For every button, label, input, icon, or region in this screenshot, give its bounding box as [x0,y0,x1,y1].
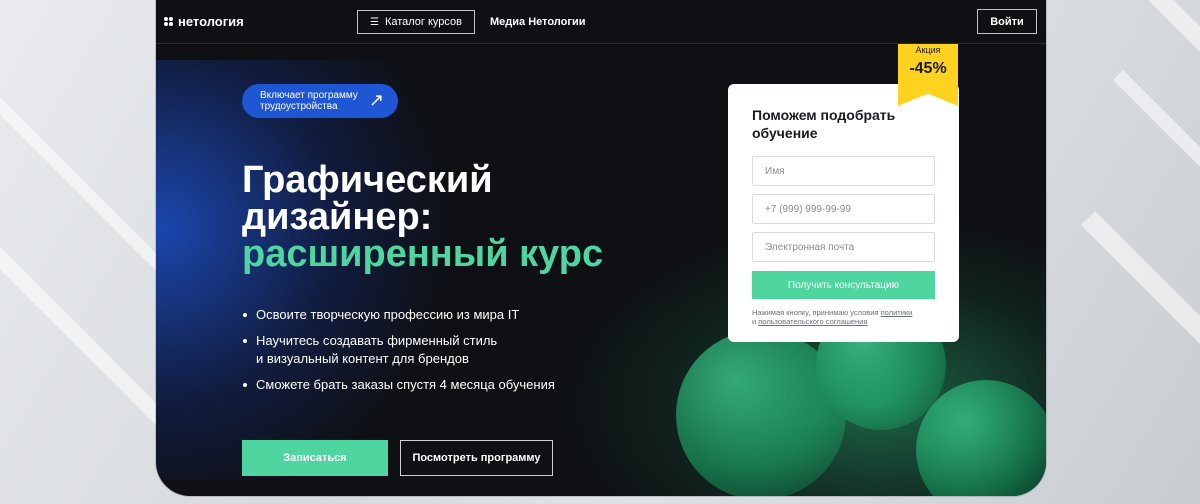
title-line2: дизайнер: [242,196,433,238]
list-item: Сможете брать заказы спустя 4 месяца обу… [242,376,602,394]
benefits-list: Освоите творческую профессию из мира IT … [242,306,602,402]
site-header: нетология ☰ Каталог курсов Медиа Нетолог… [156,0,1046,44]
title-accent: расширенный курс [242,233,604,275]
media-link[interactable]: Медиа Нетологии [490,16,585,28]
legal-prefix: Нажимая кнопку, принимаю условия [752,308,879,317]
badge-line2: трудоустройства [260,101,338,112]
title-line1: Графический [242,159,493,201]
logo-text: нетология [178,14,244,29]
badge-line1: Включает программу [260,90,358,101]
arrow-up-right-icon: ↗ [368,90,384,110]
name-field[interactable]: Имя [752,156,935,186]
legal-note: Нажимая кнопку, принимаю условия политик… [752,308,942,326]
employment-badge[interactable]: Включает программу трудоустройства ↗ [242,84,398,118]
email-field[interactable]: Электронная почта [752,232,935,262]
catalog-label: Каталог курсов [384,16,463,28]
badge-text: Включает программу трудоустройства [260,90,358,118]
phone-field[interactable]: +7 (999) 999-99-99 [752,194,935,224]
list-item: Освоите творческую профессию из мира IT [242,306,602,324]
legal-and: и [752,317,757,326]
page-title: Графический дизайнер: расширенный курс [242,159,662,275]
user-agreement-link[interactable]: пользовательского соглашения [758,317,867,326]
list-item: Научитесь создавать фирменный стиль и ви… [242,332,602,368]
bullet-line: Научитесь создавать фирменный стиль [256,333,498,348]
catalog-icon: ☰ [369,16,379,28]
hero-frame: нетология ☰ Каталог курсов Медиа Нетолог… [156,0,1046,496]
form-title: Поможем подобрать обучение [752,107,896,141]
catalog-button[interactable]: ☰ Каталог курсов [357,10,475,34]
logo-icon [164,16,174,27]
get-consultation-button[interactable]: Получить консультацию [752,271,935,299]
consultation-form: Поможем подобрать обучение Имя +7 (999) … [728,84,959,342]
policy-link[interactable]: политики [881,308,913,317]
logo[interactable]: нетология [164,14,244,29]
view-program-button[interactable]: Посмотреть программу [400,440,553,476]
bullet-line: и визуальный контент для брендов [256,351,469,366]
sale-label: Акция [915,45,941,55]
sale-value: -45% [909,60,947,77]
login-button[interactable]: Войти [977,9,1037,34]
enroll-button[interactable]: Записаться [242,440,388,476]
